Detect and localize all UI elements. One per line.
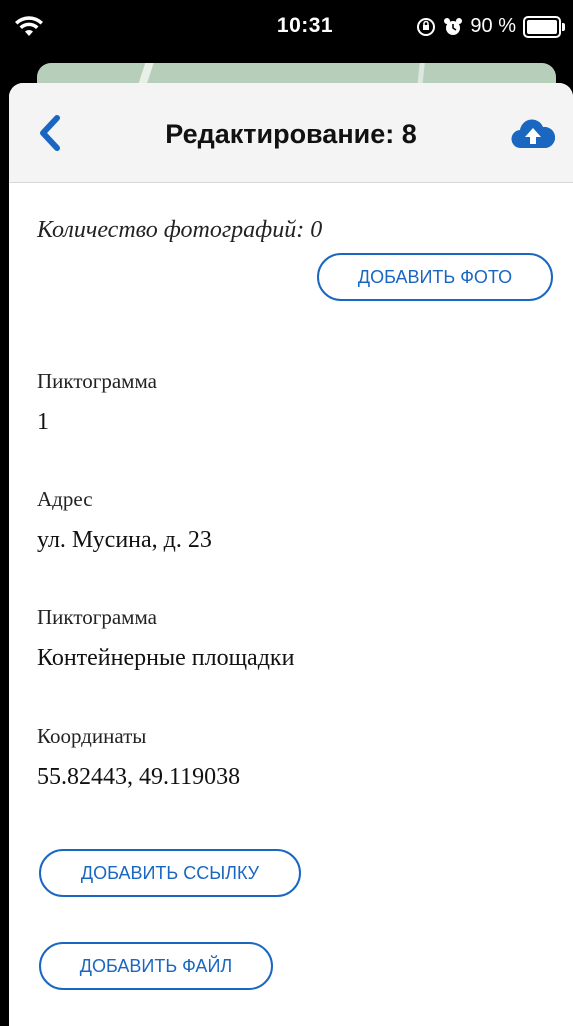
status-right-group: 90 % — [416, 15, 565, 38]
photo-count-text: Количество фотографий: 0 — [37, 217, 323, 243]
add-photo-button[interactable]: ДОБАВИТЬ ФОТО — [317, 253, 553, 301]
add-link-button[interactable]: ДОБАВИТЬ ССЫЛКУ — [39, 849, 301, 897]
alarm-icon — [444, 17, 463, 35]
edit-sheet: Редактирование: 8 Количество фотографий:… — [9, 83, 573, 1026]
orientation-lock-icon — [417, 17, 436, 36]
page-title: Редактирование: 8 — [165, 119, 417, 149]
add-file-button[interactable]: ДОБАВИТЬ ФАЙЛ — [39, 942, 273, 990]
field-label-coordinates: Координаты — [37, 724, 147, 748]
field-value-pictogram: 1 — [37, 409, 49, 435]
field-label-pictogram: Пиктограмма — [37, 369, 157, 393]
nav-bar: Редактирование: 8 — [9, 83, 573, 183]
status-bar: 10:31 90 % — [0, 0, 573, 62]
field-label-address: Адрес — [37, 487, 93, 511]
battery-icon — [523, 15, 565, 38]
battery-percent: 90 % — [470, 15, 516, 37]
field-value-coordinates: 55.82443, 49.119038 — [37, 764, 241, 790]
field-value-address: ул. Мусина, д. 23 — [37, 527, 212, 553]
cloud-upload-icon[interactable] — [511, 116, 555, 150]
field-value-category: Контейнерные площадки — [37, 645, 295, 671]
field-label-category: Пиктограмма — [37, 605, 157, 629]
